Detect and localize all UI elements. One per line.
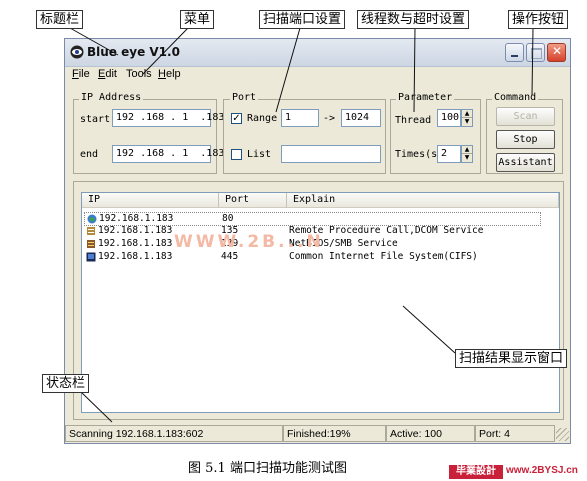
annotation-title-bar: 标题栏 (36, 10, 84, 29)
annotation-thread-timeout: 线程数与超时设置 (357, 10, 470, 29)
annotation-status-bar: 状态栏 (42, 374, 90, 393)
site-url: www.2BYSJ.cn (506, 465, 578, 476)
figure-caption: 图 5.1 端口扫描功能测试图 (188, 461, 347, 476)
site-badge: 毕業設計 (449, 465, 503, 479)
annotation-menu: 菜单 (180, 10, 215, 29)
annotation-result-window: 扫描结果显示窗口 (455, 349, 568, 368)
annotation-port-setting: 扫描端口设置 (259, 10, 346, 29)
annotation-lines (69, 27, 534, 423)
annotation-buttons: 操作按钮 (508, 10, 569, 29)
